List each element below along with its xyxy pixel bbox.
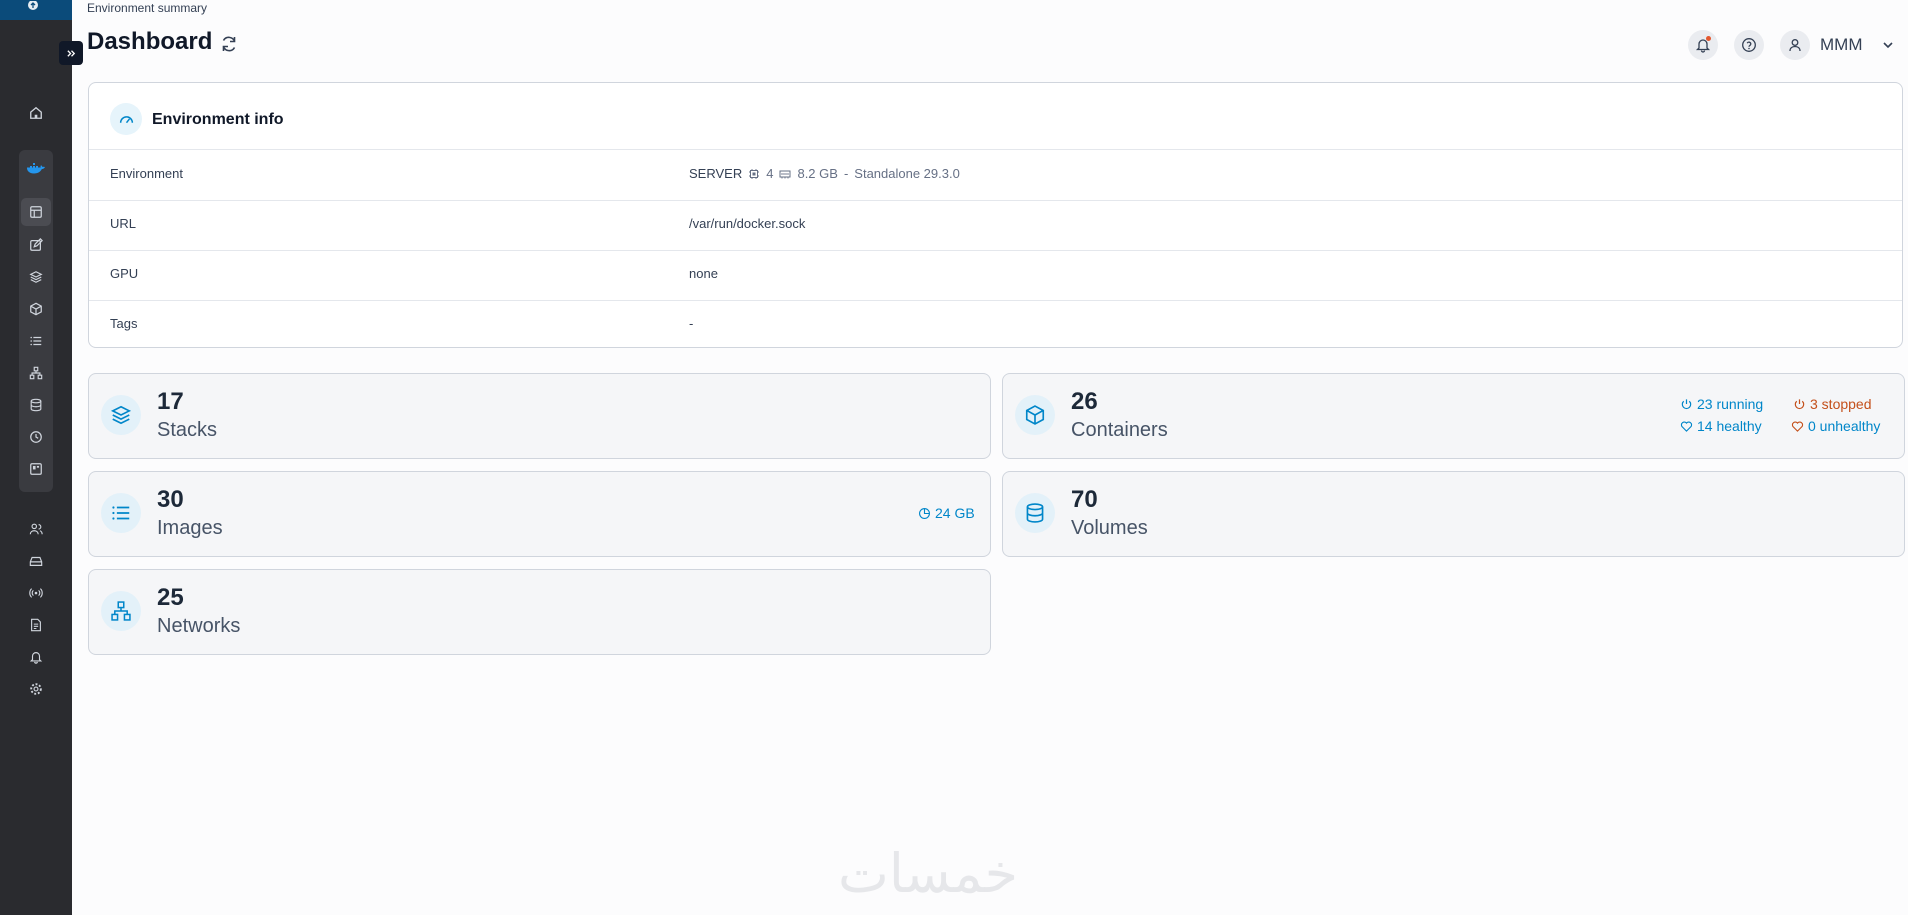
registries-icon[interactable] [27, 584, 45, 602]
images-icon [101, 493, 141, 533]
env-value: /var/run/docker.sock [689, 216, 806, 231]
env-key: GPU [110, 266, 139, 281]
env-key: URL [110, 216, 137, 231]
stopped-count: 3 stopped [1810, 396, 1872, 412]
networks-icon [101, 591, 141, 631]
portainer-logo-icon [27, 0, 39, 12]
power-icon [1794, 398, 1805, 409]
env-value: - [689, 316, 694, 331]
environments-icon[interactable] [27, 552, 45, 570]
notifications-icon[interactable] [27, 648, 45, 666]
environment-info-title: Environment info [152, 111, 284, 128]
env-row-url: URL /var/run/docker.sock [89, 200, 1902, 251]
help-button[interactable] [1734, 30, 1764, 60]
env-value: SERVER 4 8.2 GB - Standalone 29.3.0 [689, 166, 960, 181]
watermark: خمسات [838, 842, 1019, 905]
images-card[interactable]: 30 Images 24 GB [88, 471, 991, 557]
logs-icon[interactable] [27, 616, 45, 634]
expand-icon [66, 49, 75, 57]
containers-count: 26 [1071, 388, 1098, 415]
gauge-icon [110, 103, 142, 135]
docker-icon[interactable] [26, 159, 46, 179]
heart-icon [1791, 421, 1804, 432]
environment-mode: Standalone 29.3.0 [854, 166, 960, 181]
containers-label: Containers [1071, 419, 1168, 441]
power-icon [1681, 398, 1692, 409]
environment-info-card: Environment info Environment SERVER 4 8.… [88, 82, 1903, 348]
stacks-icon [101, 395, 141, 435]
networks-count: 25 [157, 584, 184, 611]
settings-icon[interactable] [27, 680, 45, 698]
images-size: 24 GB [918, 505, 975, 521]
healthy-count: 14 healthy [1697, 418, 1762, 434]
chevron-down-icon[interactable] [1881, 38, 1895, 52]
volumes-label: Volumes [1071, 517, 1148, 539]
sidebar-logo-bar[interactable] [0, 0, 72, 20]
env-row-tags: Tags - [89, 300, 1902, 350]
containers-icon [1015, 395, 1055, 435]
env-key: Tags [110, 316, 138, 331]
page-title: Dashboard [87, 28, 213, 55]
env-key: Environment [110, 166, 183, 181]
images-icon[interactable] [27, 332, 45, 350]
running-status: 23 running [1680, 396, 1763, 412]
notification-dot [1706, 36, 1711, 41]
host-icon[interactable] [27, 460, 45, 478]
breadcrumb: Environment summary [87, 1, 208, 15]
cpu-count: 4 [766, 166, 774, 181]
volumes-count: 70 [1071, 486, 1098, 513]
dashboard-icon[interactable] [27, 203, 45, 221]
images-label: Images [157, 517, 223, 539]
env-row-gpu: GPU none [89, 250, 1902, 301]
networks-card[interactable]: 25 Networks [88, 569, 991, 655]
help-icon [1742, 38, 1756, 52]
memory-size: 8.2 GB [797, 166, 838, 181]
expand-sidebar-button[interactable] [59, 41, 83, 65]
stacks-label: Stacks [157, 419, 218, 441]
networks-label: Networks [157, 615, 241, 637]
environment-name: SERVER [689, 166, 743, 181]
memory-icon [779, 168, 791, 180]
refresh-icon[interactable] [219, 34, 239, 54]
user-avatar-button[interactable] [1780, 30, 1810, 60]
environment-info-header: Environment info [89, 83, 1902, 150]
volumes-icon[interactable] [27, 396, 45, 414]
unhealthy-status: 0 unhealthy [1791, 418, 1880, 434]
heart-icon [1680, 421, 1693, 432]
healthy-status: 14 healthy [1680, 418, 1762, 434]
env-value: none [689, 266, 718, 281]
running-count: 23 running [1697, 396, 1764, 412]
images-size-value: 24 GB [935, 505, 975, 521]
containers-card[interactable]: 26 Containers 23 running 3 stopped 14 he… [1002, 373, 1905, 459]
user-icon [1789, 39, 1801, 52]
sidebar [0, 0, 83, 915]
events-icon[interactable] [27, 428, 45, 446]
pie-chart-icon [919, 507, 930, 519]
images-count: 30 [157, 486, 184, 513]
cpu-icon [748, 168, 760, 180]
stacks-card[interactable]: 17 Stacks [88, 373, 991, 459]
stacks-icon[interactable] [27, 268, 45, 286]
stopped-status: 3 stopped [1793, 396, 1872, 412]
home-icon[interactable] [27, 104, 45, 122]
user-name[interactable]: MMM [1820, 35, 1862, 55]
networks-icon[interactable] [27, 364, 45, 382]
notifications-button[interactable] [1688, 30, 1718, 60]
containers-icon[interactable] [27, 300, 45, 318]
volumes-icon [1015, 493, 1055, 533]
env-row-environment: Environment SERVER 4 8.2 GB - Standalone… [89, 150, 1902, 201]
users-icon[interactable] [27, 520, 45, 538]
env-separator: - [843, 166, 849, 181]
templates-icon[interactable] [27, 236, 45, 254]
volumes-card[interactable]: 70 Volumes [1002, 471, 1905, 557]
stacks-count: 17 [157, 388, 184, 415]
unhealthy-count: 0 unhealthy [1808, 418, 1881, 434]
